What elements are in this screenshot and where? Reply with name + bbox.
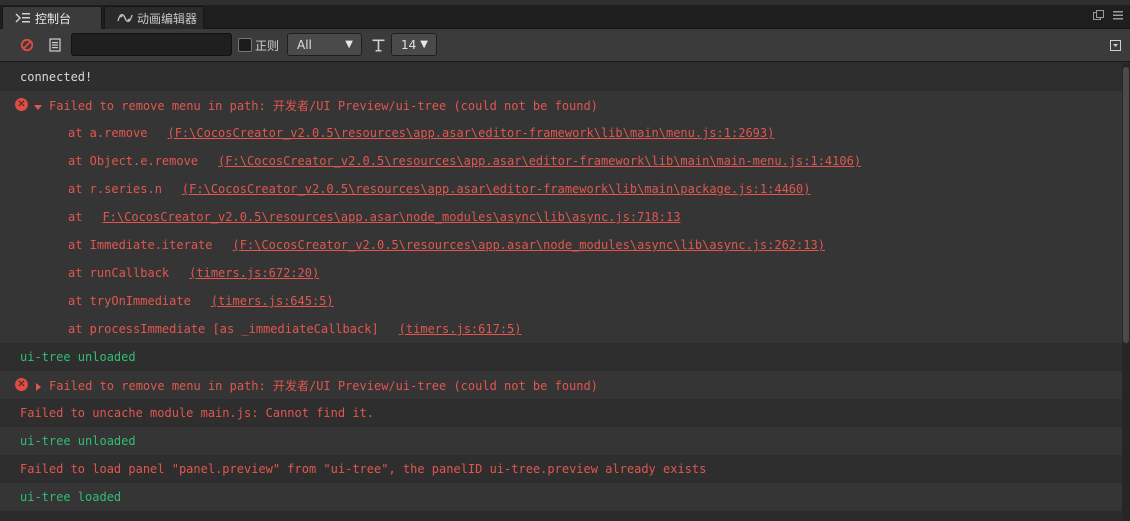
font-size-select[interactable]: 14 ▼ bbox=[391, 33, 437, 56]
stack-trace: at a.remove (F:\CocosCreator_v2.0.5\reso… bbox=[0, 119, 1122, 343]
tab-animation-editor-label: 动画编辑器 bbox=[137, 11, 198, 26]
stack-function: at tryOnImmediate bbox=[68, 294, 191, 308]
tab-console-label: 控制台 bbox=[35, 11, 72, 26]
regex-toggle[interactable]: 正则 bbox=[238, 36, 279, 54]
stack-location-link[interactable]: (timers.js:617:5) bbox=[399, 322, 522, 336]
log-level-select[interactable]: All ▼ bbox=[287, 33, 362, 56]
clear-button[interactable] bbox=[18, 37, 36, 55]
document-icon bbox=[49, 37, 61, 56]
error-icon: ✕ bbox=[15, 98, 28, 111]
stack-frame: at processImmediate [as _immediateCallba… bbox=[0, 315, 1122, 343]
log-entry: Failed to uncache module main.js: Cannot… bbox=[0, 399, 1122, 427]
stack-frame: at F:\CocosCreator_v2.0.5\resources\app.… bbox=[0, 203, 1122, 231]
stack-location-link[interactable]: (timers.js:645:5) bbox=[211, 294, 334, 308]
animation-icon bbox=[117, 11, 133, 25]
log-entry: connected! bbox=[0, 63, 1122, 91]
tab-actions bbox=[1092, 9, 1124, 21]
tab-console[interactable]: 控制台 bbox=[2, 6, 102, 29]
clear-icon bbox=[20, 37, 34, 56]
regex-checkbox[interactable] bbox=[238, 38, 252, 52]
font-size-value: 14 bbox=[401, 37, 417, 52]
collapse-icon bbox=[1110, 36, 1121, 55]
log-message: Failed to load panel "panel.preview" fro… bbox=[20, 462, 707, 476]
console-toolbar: 正则 All ▼ 14 ▼ bbox=[0, 29, 1130, 62]
log-entry: Failed to load panel "panel.preview" fro… bbox=[0, 455, 1122, 483]
log-message: Failed to remove menu in path: 开发者/UI Pr… bbox=[49, 378, 598, 393]
stack-location-link[interactable]: F:\CocosCreator_v2.0.5\resources\app.asa… bbox=[102, 210, 680, 224]
log-message: connected! bbox=[20, 70, 93, 84]
stack-frame: at r.series.n (F:\CocosCreator_v2.0.5\re… bbox=[0, 175, 1122, 203]
stack-function: at r.series.n bbox=[68, 182, 162, 196]
scrollbar-thumb[interactable] bbox=[1123, 67, 1129, 343]
popout-icon[interactable] bbox=[1092, 9, 1104, 21]
log-entry-error[interactable]: ✕ Failed to remove menu in path: 开发者/UI … bbox=[0, 371, 1122, 399]
expand-triangle-icon[interactable] bbox=[34, 100, 42, 110]
expand-triangle-icon[interactable] bbox=[34, 380, 42, 391]
log-message: ui-tree unloaded bbox=[20, 434, 136, 448]
console-log-list: connected! ✕ Failed to remove menu in pa… bbox=[0, 63, 1122, 521]
stack-location-link[interactable]: (F:\CocosCreator_v2.0.5\resources\app.as… bbox=[182, 182, 811, 196]
log-entry: ui-tree loaded bbox=[0, 483, 1122, 511]
log-message: Failed to remove menu in path: 开发者/UI Pr… bbox=[49, 98, 598, 113]
stack-location-link[interactable]: (timers.js:672:20) bbox=[189, 266, 319, 280]
tab-animation-editor[interactable]: 动画编辑器 bbox=[104, 6, 204, 29]
stack-function: at processImmediate [as _immediateCallba… bbox=[68, 322, 379, 336]
collapse-button[interactable] bbox=[1110, 36, 1122, 51]
search-input[interactable] bbox=[71, 33, 232, 56]
regex-label: 正则 bbox=[255, 38, 280, 53]
stack-frame: at runCallback (timers.js:672:20) bbox=[0, 259, 1122, 287]
stack-function: at bbox=[68, 210, 83, 224]
log-message: ui-tree loaded bbox=[20, 490, 122, 504]
log-entry-error[interactable]: ✕ Failed to remove menu in path: 开发者/UI … bbox=[0, 91, 1122, 119]
console-icon bbox=[15, 11, 31, 25]
menu-icon[interactable] bbox=[1112, 9, 1124, 21]
log-level-value: All bbox=[297, 37, 312, 52]
chevron-down-icon: ▼ bbox=[345, 39, 353, 50]
error-icon: ✕ bbox=[15, 378, 28, 391]
stack-frame: at a.remove (F:\CocosCreator_v2.0.5\reso… bbox=[0, 119, 1122, 147]
chevron-down-icon: ▼ bbox=[420, 39, 428, 50]
vertical-scrollbar[interactable] bbox=[1122, 63, 1130, 521]
stack-function: at runCallback bbox=[68, 266, 170, 280]
stack-location-link[interactable]: (F:\CocosCreator_v2.0.5\resources\app.as… bbox=[167, 126, 774, 140]
stack-function: at a.remove bbox=[68, 126, 148, 140]
panel-tab-bar: 控制台 动画编辑器 bbox=[0, 0, 1130, 29]
text-size-icon bbox=[372, 37, 385, 56]
stack-function: at Immediate.iterate bbox=[68, 238, 213, 252]
log-message: Failed to uncache module main.js: Cannot… bbox=[20, 406, 375, 420]
open-log-button[interactable] bbox=[46, 37, 64, 55]
stack-frame: at Object.e.remove (F:\CocosCreator_v2.0… bbox=[0, 147, 1122, 175]
stack-function: at Object.e.remove bbox=[68, 154, 199, 168]
log-message: ui-tree unloaded bbox=[20, 350, 136, 364]
stack-location-link[interactable]: (F:\CocosCreator_v2.0.5\resources\app.as… bbox=[233, 238, 825, 252]
font-size-icon-wrap bbox=[369, 37, 387, 55]
log-entry: ui-tree unloaded bbox=[0, 427, 1122, 455]
stack-frame: at Immediate.iterate (F:\CocosCreator_v2… bbox=[0, 231, 1122, 259]
stack-frame: at tryOnImmediate (timers.js:645:5) bbox=[0, 287, 1122, 315]
log-entry: ui-tree unloaded bbox=[0, 343, 1122, 371]
stack-location-link[interactable]: (F:\CocosCreator_v2.0.5\resources\app.as… bbox=[218, 154, 861, 168]
